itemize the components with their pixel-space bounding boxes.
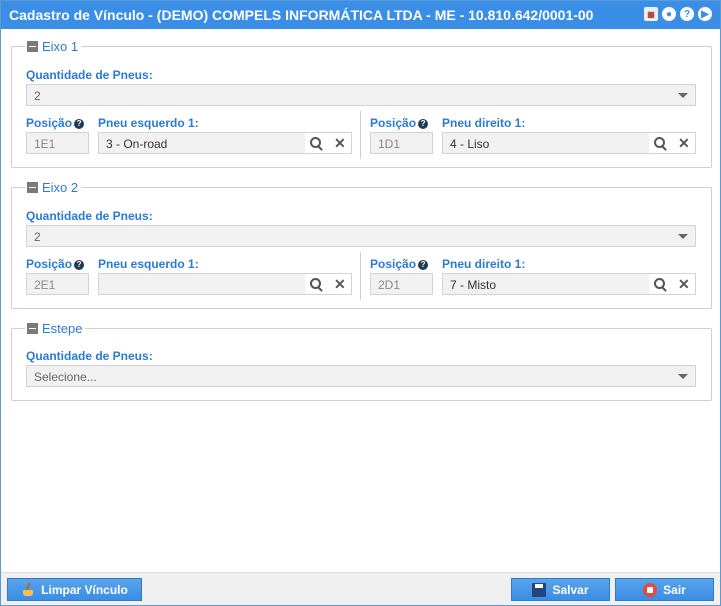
chevron-down-icon bbox=[678, 234, 688, 239]
column-divider bbox=[360, 111, 361, 159]
eixo2-fieldset: Eixo 2 Quantidade de Pneus: 2 Posição? 2… bbox=[11, 180, 712, 309]
eixo1-quantidade-value: 2 bbox=[34, 89, 41, 103]
eixo2-left-posicao-value: 2E1 bbox=[34, 278, 56, 292]
eixo2-legend-label: Eixo 2 bbox=[42, 180, 79, 195]
eixo1-right-posicao-input[interactable]: 1D1 bbox=[370, 132, 433, 154]
limpar-vinculo-button[interactable]: Limpar Vínculo bbox=[7, 578, 142, 601]
collapse-icon[interactable] bbox=[27, 323, 38, 334]
eixo2-right-posicao-label: Posição? bbox=[370, 257, 429, 271]
eixo1-right-pneu-lookup[interactable]: 4 - Liso ✕ bbox=[442, 132, 696, 154]
calendar-icon[interactable]: ▦ bbox=[644, 7, 658, 21]
eixo2-quantidade-value: 2 bbox=[34, 230, 41, 244]
close-icon[interactable]: ✕ bbox=[678, 136, 690, 150]
eixo2-left-pneu-lookup[interactable]: ✕ bbox=[98, 273, 352, 295]
estepe-fieldset: Estepe Quantidade de Pneus: Selecione... bbox=[11, 321, 712, 401]
eixo2-left-posicao-input[interactable]: 2E1 bbox=[26, 273, 89, 295]
eixo1-right-posicao-value: 1D1 bbox=[378, 137, 401, 151]
vinculo-window: Cadastro de Vínculo - (DEMO) COMPELS INF… bbox=[0, 0, 721, 606]
eixo2-right-posicao-input[interactable]: 2D1 bbox=[370, 273, 433, 295]
save-button[interactable]: Salvar bbox=[511, 578, 610, 601]
eixo2-quantidade-label: Quantidade de Pneus: bbox=[26, 209, 153, 223]
title-bar: Cadastro de Vínculo - (DEMO) COMPELS INF… bbox=[1, 1, 720, 29]
eixo1-quantidade-select[interactable]: 2 bbox=[26, 84, 696, 106]
window-title: Cadastro de Vínculo - (DEMO) COMPELS INF… bbox=[9, 7, 594, 23]
eixo1-legend[interactable]: Eixo 1 bbox=[25, 39, 82, 54]
search-icon[interactable] bbox=[310, 277, 323, 291]
floppy-disk-icon bbox=[532, 582, 547, 597]
eixo2-quantidade-select[interactable]: 2 bbox=[26, 225, 696, 247]
eixo1-fieldset: Eixo 1 Quantidade de Pneus: 2 Posição? 1… bbox=[11, 39, 712, 168]
next-icon[interactable]: ▶ bbox=[698, 7, 712, 21]
eixo1-quantidade-label: Quantidade de Pneus: bbox=[26, 68, 153, 82]
search-icon[interactable] bbox=[654, 136, 667, 150]
eixo1-right-pneu-value: 4 - Liso bbox=[450, 137, 490, 151]
eixo2-right-pneu-label: Pneu direito 1: bbox=[442, 257, 526, 271]
posicao-label-text: Posição bbox=[26, 257, 73, 271]
chevron-down-icon bbox=[678, 93, 688, 98]
estepe-legend-label: Estepe bbox=[42, 321, 83, 336]
eixo2-legend[interactable]: Eixo 2 bbox=[25, 180, 82, 195]
eixo1-legend-label: Eixo 1 bbox=[42, 39, 79, 54]
eixo1-left-pneu-value: 3 - On-road bbox=[106, 137, 168, 151]
posicao-label-text: Posição bbox=[370, 257, 417, 271]
exit-icon bbox=[643, 582, 658, 597]
eixo2-right-posicao-value: 2D1 bbox=[378, 278, 401, 292]
posicao-label-text: Posição bbox=[26, 116, 73, 130]
eixo1-right-pneu-label: Pneu direito 1: bbox=[442, 116, 526, 130]
close-icon[interactable]: ✕ bbox=[334, 136, 346, 150]
minimize-icon[interactable]: ● bbox=[662, 7, 676, 21]
estepe-quantidade-label: Quantidade de Pneus: bbox=[26, 349, 153, 363]
exit-label: Sair bbox=[663, 582, 686, 597]
help-icon[interactable]: ? bbox=[74, 259, 85, 270]
limpar-vinculo-label: Limpar Vínculo bbox=[41, 582, 128, 597]
eixo2-left-posicao-label: Posição? bbox=[26, 257, 85, 271]
footer-bar: Limpar Vínculo Salvar Sair bbox=[1, 572, 720, 605]
eixo1-left-posicao-input[interactable]: 1E1 bbox=[26, 132, 89, 154]
broom-icon bbox=[21, 583, 35, 597]
collapse-icon[interactable] bbox=[27, 41, 38, 52]
collapse-icon[interactable] bbox=[27, 182, 38, 193]
close-icon[interactable]: ✕ bbox=[334, 277, 346, 291]
eixo1-left-posicao-value: 1E1 bbox=[34, 137, 56, 151]
search-icon[interactable] bbox=[654, 277, 667, 291]
help-icon[interactable]: ? bbox=[418, 118, 429, 129]
exit-button[interactable]: Sair bbox=[615, 578, 714, 601]
estepe-quantidade-select[interactable]: Selecione... bbox=[26, 365, 696, 387]
eixo1-left-pneu-lookup[interactable]: 3 - On-road ✕ bbox=[98, 132, 352, 154]
eixo1-right-posicao-label: Posição? bbox=[370, 116, 429, 130]
help-icon[interactable]: ? bbox=[418, 259, 429, 270]
save-label: Salvar bbox=[552, 582, 589, 597]
close-icon[interactable]: ✕ bbox=[678, 277, 690, 291]
help-icon[interactable]: ? bbox=[680, 7, 694, 21]
eixo2-right-pneu-lookup[interactable]: 7 - Misto ✕ bbox=[442, 273, 696, 295]
help-icon[interactable]: ? bbox=[74, 118, 85, 129]
posicao-label-text: Posição bbox=[370, 116, 417, 130]
estepe-legend[interactable]: Estepe bbox=[25, 321, 86, 336]
search-icon[interactable] bbox=[310, 136, 323, 150]
column-divider bbox=[360, 252, 361, 300]
estepe-quantidade-value: Selecione... bbox=[34, 370, 97, 384]
eixo1-left-pneu-label: Pneu esquerdo 1: bbox=[98, 116, 199, 130]
eixo2-left-pneu-label: Pneu esquerdo 1: bbox=[98, 257, 199, 271]
eixo2-right-pneu-value: 7 - Misto bbox=[450, 278, 497, 292]
eixo1-left-posicao-label: Posição? bbox=[26, 116, 85, 130]
chevron-down-icon bbox=[678, 374, 688, 379]
